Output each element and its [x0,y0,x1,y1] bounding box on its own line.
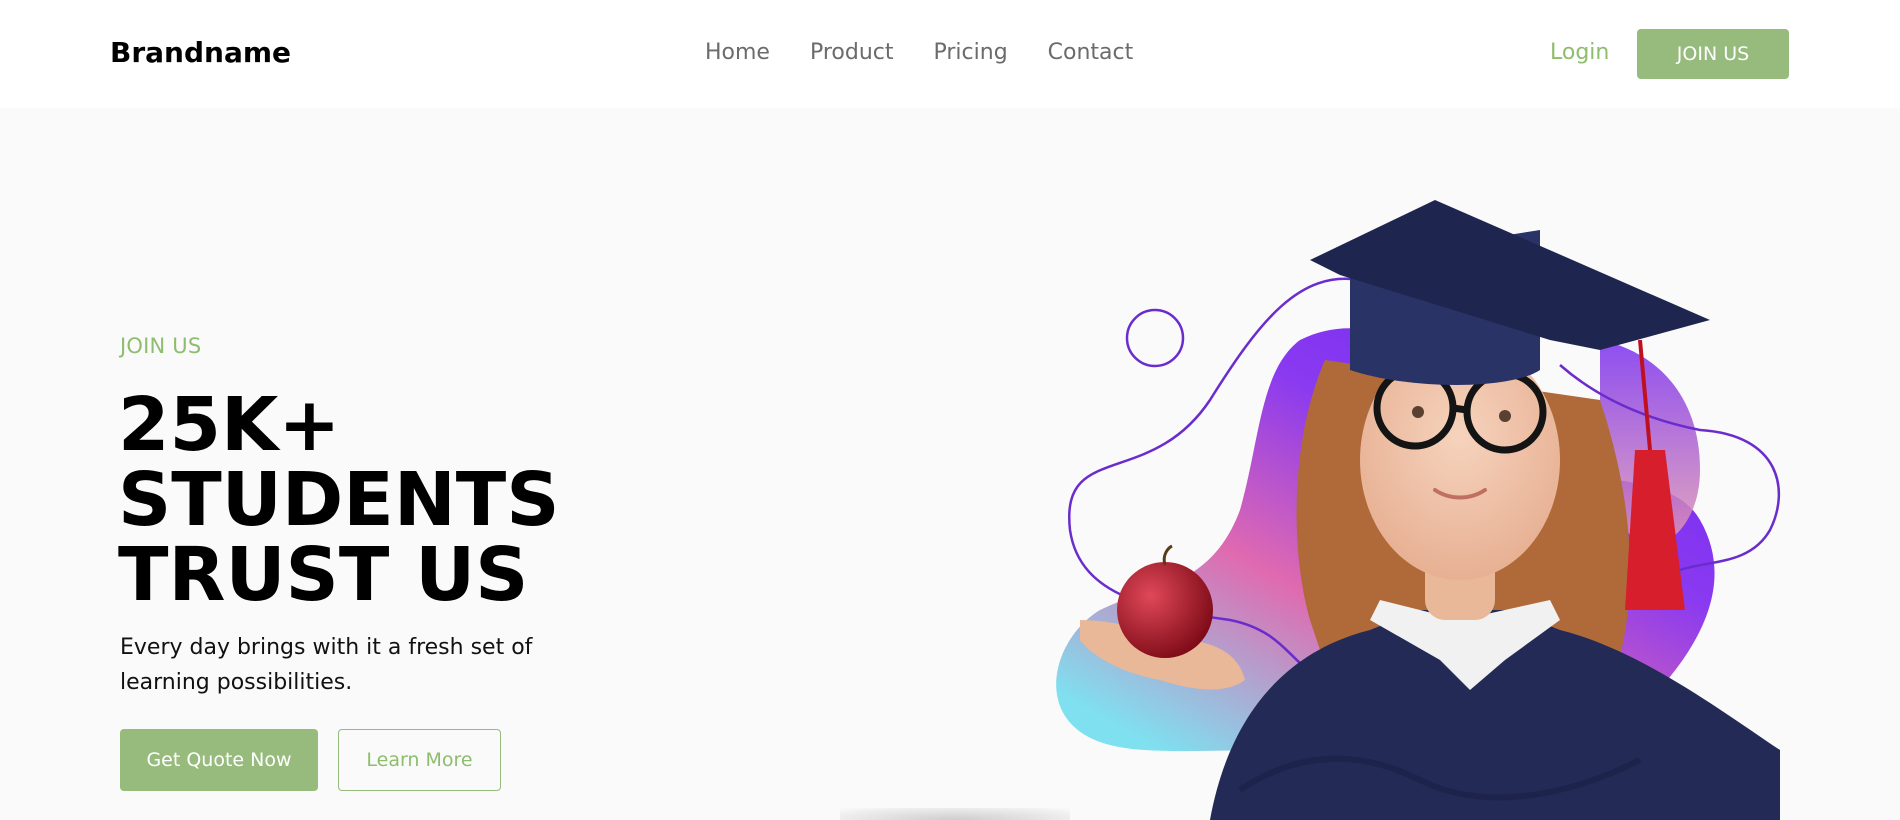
nav-product[interactable]: Product [810,40,894,65]
main-nav: Home Product Pricing Contact [705,40,1133,65]
floor-shadow [840,808,1070,820]
hero-headline: 25K+ STUDENTS TRUST US [118,388,560,613]
nav-home[interactable]: Home [705,40,770,65]
join-us-button[interactable]: JOIN US [1637,29,1789,79]
login-link[interactable]: Login [1550,40,1609,65]
outline-circle [1125,308,1185,368]
headline-line-1: 25K+ [118,382,341,468]
hero-description: Every day brings with it a fresh set of … [120,635,533,695]
get-quote-button[interactable]: Get Quote Now [120,729,318,791]
nav-contact[interactable]: Contact [1048,40,1134,65]
nav-pricing[interactable]: Pricing [934,40,1008,65]
brand-logo[interactable]: Brandname [110,36,291,69]
headline-line-3: TRUST US [118,532,529,618]
top-navbar: Brandname Home Product Pricing Contact L… [0,0,1900,108]
graduation-cap-icon [1310,200,1710,385]
headline-line-2: STUDENTS [118,457,560,543]
hero-eyebrow: JOIN US [120,334,202,358]
hero-illustration [1056,200,1781,820]
learn-more-button[interactable]: Learn More [338,729,501,791]
apple-icon [1117,562,1213,658]
